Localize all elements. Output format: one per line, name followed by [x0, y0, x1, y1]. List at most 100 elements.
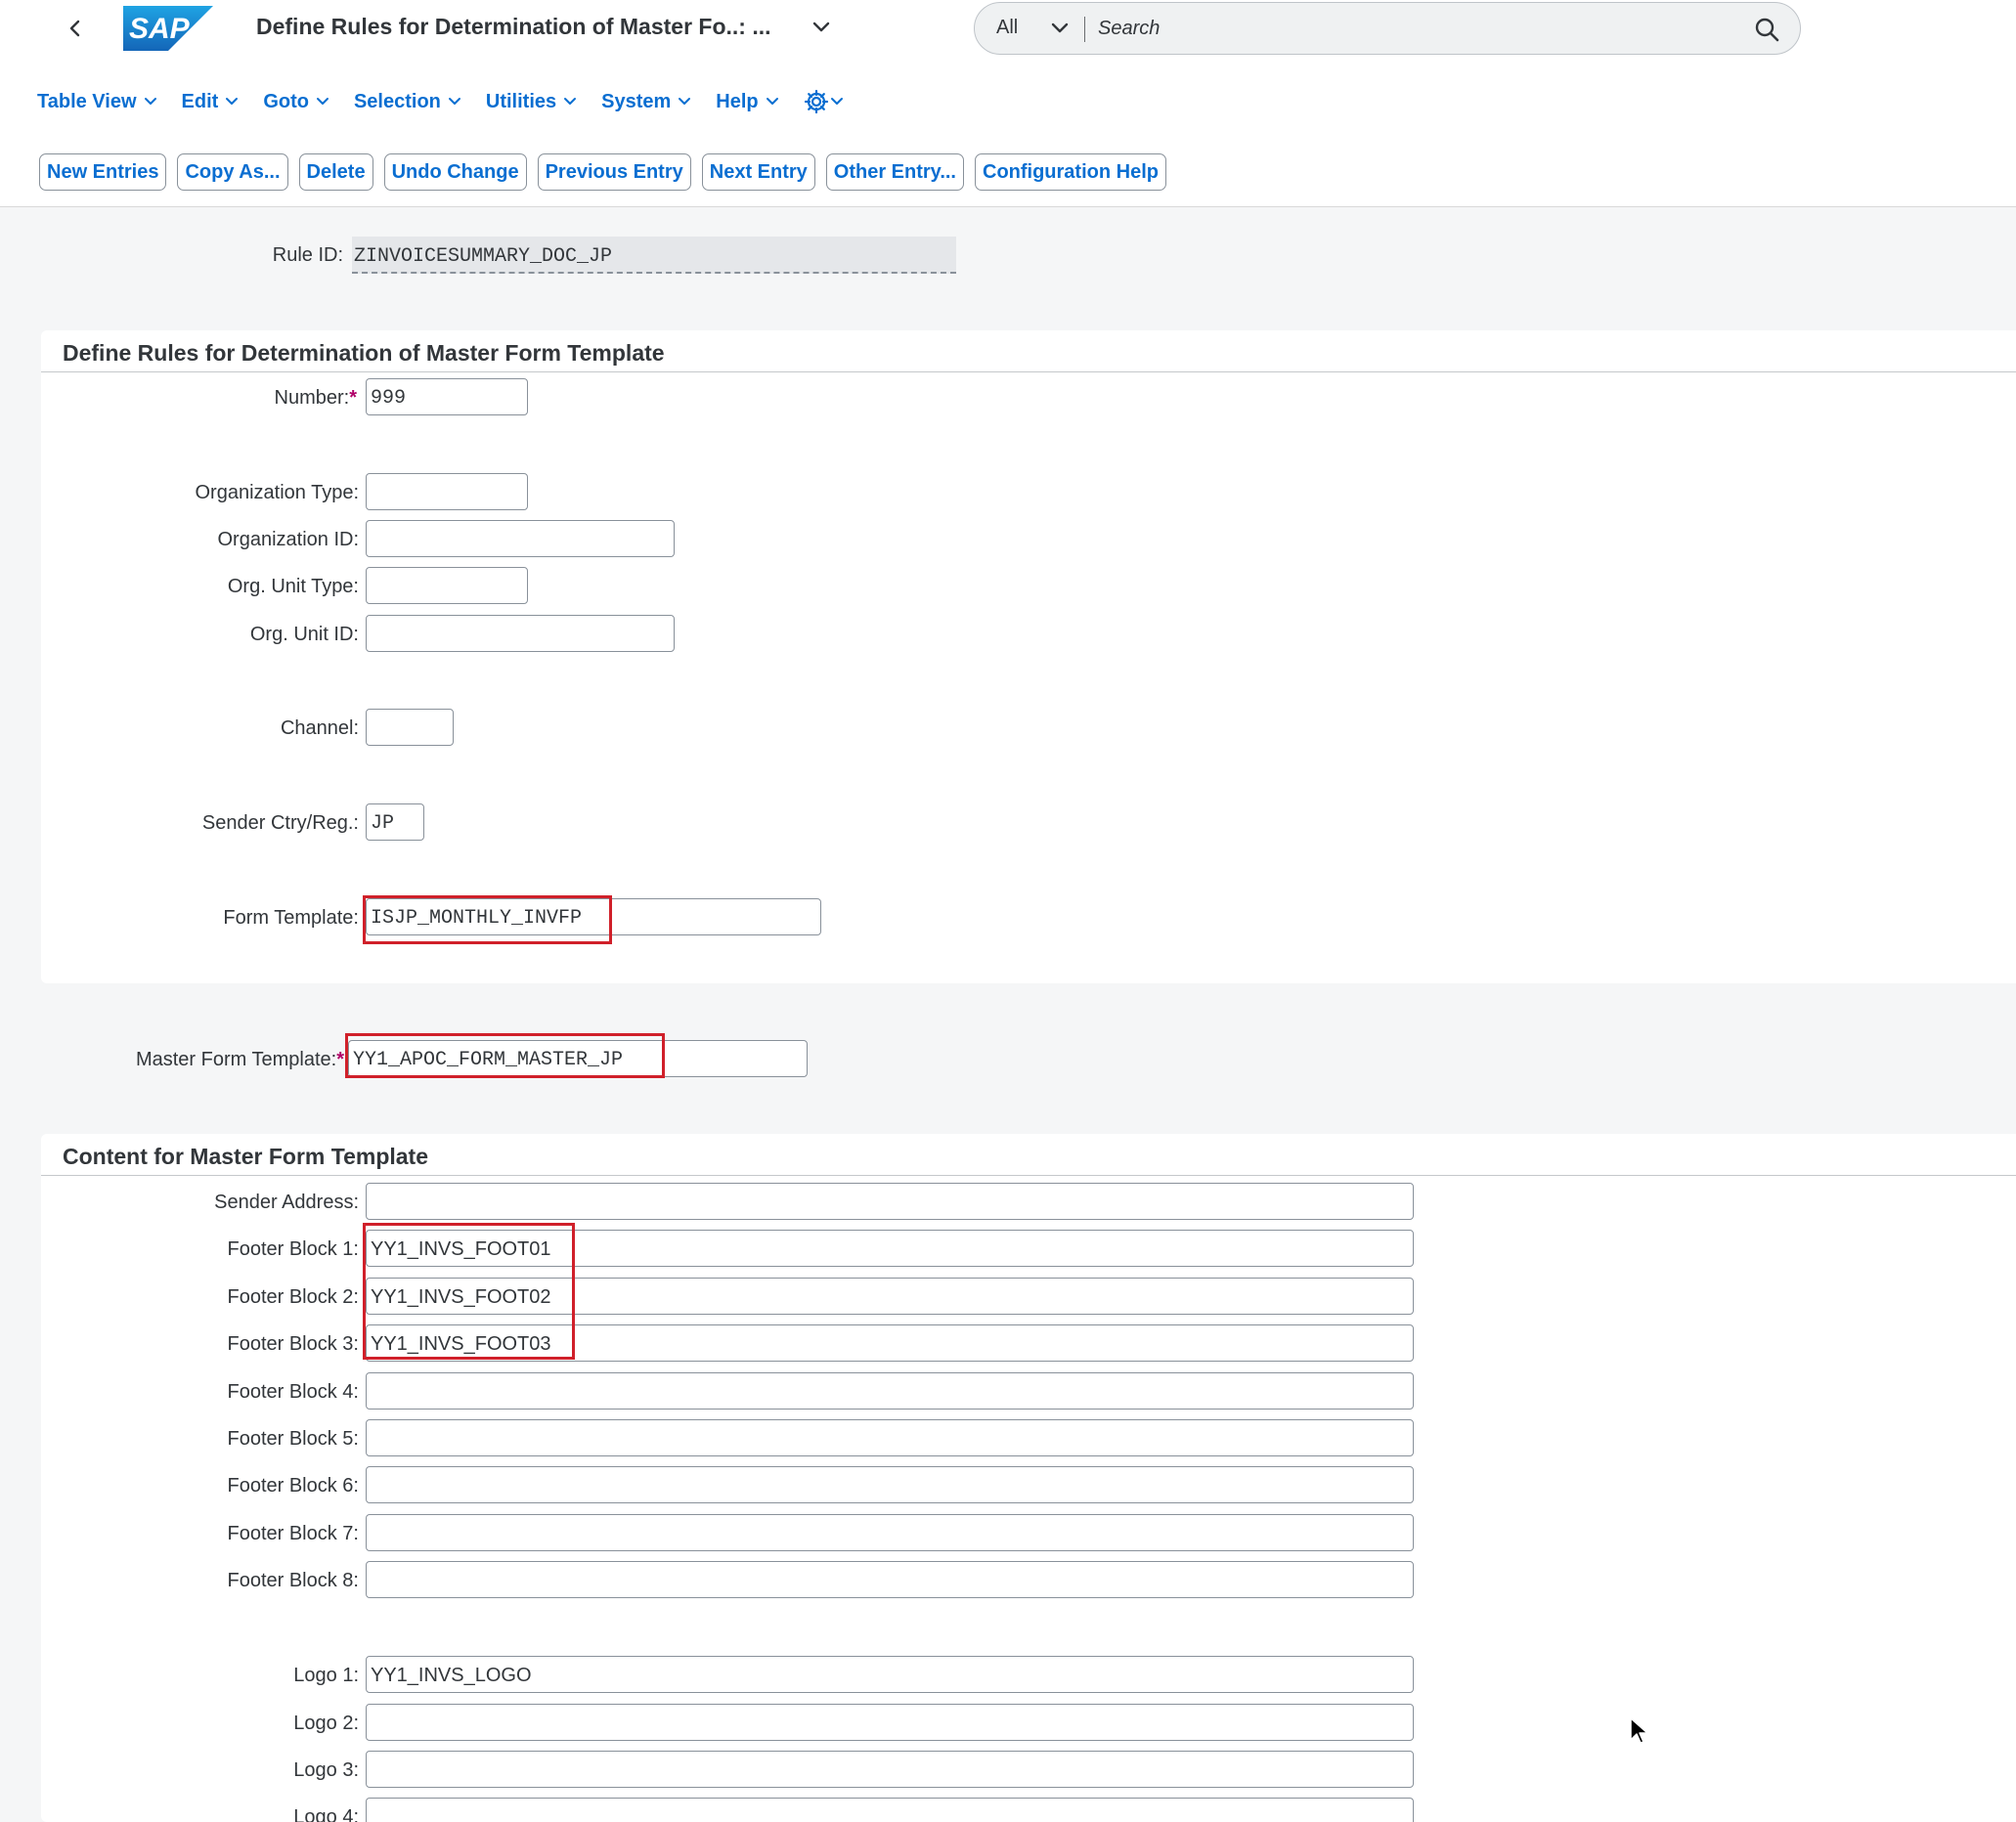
footer-block-3-field[interactable]: YY1_INVS_FOOT03 [366, 1324, 1414, 1362]
sap-logo: SAP [123, 6, 213, 51]
footer-block-5-label: Footer Block 5: [227, 1428, 359, 1450]
footer-block-3-label: Footer Block 3: [227, 1333, 359, 1355]
settings-gear-icon [804, 89, 828, 114]
footer-block-7-label: Footer Block 7: [227, 1523, 359, 1544]
menu-bar: Table View Edit Goto Selection Utilities… [37, 86, 845, 117]
footer-block-2-label: Footer Block 2: [227, 1286, 359, 1308]
menu-system[interactable]: System [601, 86, 692, 117]
org-unit-type-label: Org. Unit Type: [227, 576, 359, 597]
menu-table-view[interactable]: Table View [37, 86, 158, 117]
sender-country-field[interactable]: JP [366, 803, 424, 841]
logo-4-field[interactable] [366, 1798, 1414, 1822]
required-indicator: * [336, 1049, 344, 1070]
menu-settings[interactable] [804, 86, 845, 117]
search-icon[interactable] [1753, 16, 1780, 43]
undo-change-button[interactable]: Undo Change [383, 153, 527, 191]
organization-id-field[interactable] [366, 520, 675, 557]
footer-block-8-field[interactable] [366, 1561, 1414, 1598]
footer-block-5-field[interactable] [366, 1419, 1414, 1456]
footer-block-3-value: YY1_INVS_FOOT03 [371, 1333, 551, 1355]
section-rules-panel: Define Rules for Determination of Master… [41, 330, 2016, 983]
app-title: Define Rules for Determination of Master… [256, 14, 771, 39]
sender-address-label: Sender Address: [214, 1192, 359, 1213]
new-entries-button[interactable]: New Entries [39, 153, 167, 191]
logo-1-field[interactable]: YY1_INVS_LOGO [366, 1656, 1414, 1693]
other-entry-button[interactable]: Other Entry... [825, 153, 964, 191]
logo-3-field[interactable] [366, 1751, 1414, 1788]
form-template-value: ISJP_MONTHLY_INVFP [371, 907, 583, 930]
footer-block-7-field[interactable] [366, 1514, 1414, 1551]
menu-goto[interactable]: Goto [263, 86, 330, 117]
section-content-title: Content for Master Form Template [63, 1144, 428, 1169]
logo-1-label: Logo 1: [293, 1665, 359, 1686]
menu-label: Goto [263, 90, 309, 112]
chevron-down-icon [448, 98, 460, 105]
search-input[interactable] [1098, 13, 1724, 44]
menu-help[interactable]: Help [716, 86, 779, 117]
menu-label: Edit [181, 90, 219, 112]
back-button[interactable] [59, 12, 92, 45]
form-template-field[interactable]: ISJP_MONTHLY_INVFP [366, 898, 821, 935]
footer-block-4-field[interactable] [366, 1372, 1414, 1410]
number-field[interactable]: 999 [366, 378, 528, 415]
delete-button[interactable]: Delete [298, 153, 373, 191]
channel-label: Channel: [280, 717, 359, 739]
chevron-down-icon[interactable] [1049, 18, 1071, 39]
logo-1-value: YY1_INVS_LOGO [371, 1665, 532, 1686]
sender-address-field[interactable] [366, 1183, 1414, 1220]
chevron-down-icon[interactable] [810, 16, 833, 39]
toolbar: New Entries Copy As... Delete Undo Chang… [39, 153, 1166, 191]
organization-id-label: Organization ID: [217, 529, 359, 550]
back-arrow-icon [69, 20, 80, 37]
org-unit-type-field[interactable] [366, 567, 528, 604]
menu-utilities[interactable]: Utilities [486, 86, 578, 117]
footer-block-1-field[interactable]: YY1_INVS_FOOT01 [366, 1230, 1414, 1267]
svg-text:SAP: SAP [129, 13, 191, 45]
footer-block-8-label: Footer Block 8: [227, 1570, 359, 1591]
logo-2-field[interactable] [366, 1704, 1414, 1741]
organization-type-label: Organization Type: [195, 482, 359, 503]
menu-label: Utilities [485, 90, 557, 112]
channel-field[interactable] [366, 709, 454, 746]
number-value: 999 [371, 387, 407, 410]
master-form-template-label-text: Master Form Template: [135, 1049, 337, 1070]
chevron-down-icon [564, 98, 577, 105]
logo-4-label: Logo 4: [293, 1806, 359, 1822]
search-scope-select[interactable]: All [996, 17, 1018, 39]
menu-selection[interactable]: Selection [354, 86, 462, 117]
number-label: Number:* [275, 387, 358, 410]
menu-label: System [601, 90, 672, 112]
footer-block-2-field[interactable]: YY1_INVS_FOOT02 [366, 1278, 1414, 1315]
required-indicator: * [349, 387, 357, 409]
search-divider [1084, 17, 1085, 42]
org-unit-id-field[interactable] [366, 615, 675, 652]
configuration-help-button[interactable]: Configuration Help [975, 153, 1166, 191]
footer-block-2-value: YY1_INVS_FOOT02 [371, 1286, 551, 1308]
chevron-down-icon [679, 98, 691, 105]
master-form-template-field[interactable]: YY1_APOC_FORM_MASTER_JP [348, 1040, 808, 1077]
shell-header: SAP Define Rules for Determination of Ma… [0, 0, 2016, 207]
logo-2-label: Logo 2: [293, 1713, 359, 1734]
sender-country-value: JP [371, 812, 395, 835]
chevron-down-icon [144, 98, 156, 105]
logo-3-label: Logo 3: [293, 1759, 359, 1781]
organization-type-field[interactable] [366, 473, 528, 510]
chevron-down-icon [226, 98, 239, 105]
chevron-down-icon [316, 98, 329, 105]
rule-id-label: Rule ID: [272, 244, 343, 266]
copy-as-button[interactable]: Copy As... [177, 153, 288, 191]
footer-block-6-label: Footer Block 6: [227, 1475, 359, 1497]
previous-entry-button[interactable]: Previous Entry [537, 153, 691, 191]
footer-block-6-field[interactable] [366, 1466, 1414, 1503]
next-entry-button[interactable]: Next Entry [701, 153, 815, 191]
footer-block-4-label: Footer Block 4: [227, 1381, 359, 1403]
form-template-label: Form Template: [223, 907, 359, 929]
menu-edit[interactable]: Edit [182, 86, 241, 117]
menu-label: Help [716, 90, 759, 112]
master-form-template-value: YY1_APOC_FORM_MASTER_JP [353, 1049, 624, 1071]
section-rules-title: Define Rules for Determination of Master… [63, 340, 665, 366]
rule-id-value: ZINVOICESUMMARY_DOC_JP [354, 245, 613, 268]
chevron-down-icon [766, 98, 778, 105]
section-divider [41, 1175, 2016, 1176]
org-unit-id-label: Org. Unit ID: [249, 624, 359, 645]
